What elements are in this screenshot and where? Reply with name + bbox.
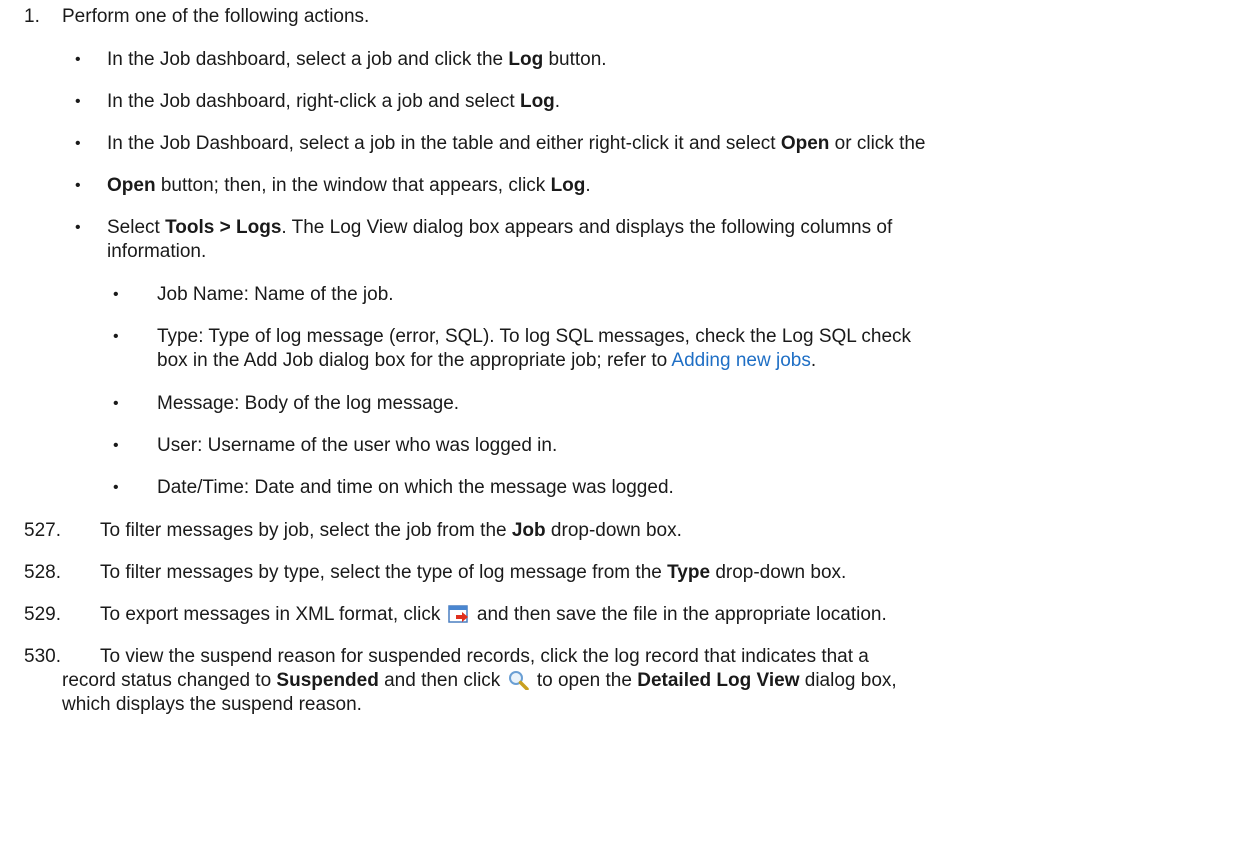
bullet-dot: • — [75, 51, 81, 68]
bullet-text: Select Tools > Logs. The Log View dialog… — [107, 217, 893, 238]
sub-bullet-dot: • — [113, 437, 119, 454]
column-description-continuation: box in the Add Job dialog box for the ap… — [157, 350, 817, 371]
column-description: Message: Body of the log message. — [157, 393, 460, 414]
column-description: User: Username of the user who was logge… — [157, 435, 558, 456]
bullet-dot: • — [75, 135, 81, 152]
step-number: 528. — [24, 562, 61, 583]
bullet-text-continuation: information. — [107, 241, 207, 262]
bullet-text: In the Job dashboard, select a job and c… — [107, 49, 607, 70]
step-text: To view the suspend reason for suspended… — [100, 646, 869, 667]
sub-bullet-dot: • — [113, 479, 119, 496]
step-number: 529. — [24, 604, 61, 625]
sub-bullet-dot: • — [113, 328, 119, 345]
step-number: 1. — [24, 6, 40, 27]
sub-bullet-dot: • — [113, 286, 119, 303]
bullet-dot: • — [75, 93, 81, 110]
step-number: 530. — [24, 646, 61, 667]
sub-bullet-dot: • — [113, 395, 119, 412]
bullet-text: Open button; then, in the window that ap… — [107, 175, 591, 196]
adding-new-jobs-link[interactable]: Adding new jobs — [671, 350, 810, 371]
bullet-dot: • — [75, 177, 81, 194]
bullet-text: In the Job Dashboard, select a job in th… — [107, 133, 926, 154]
step-text: Perform one of the following actions. — [62, 6, 370, 27]
step-number: 527. — [24, 520, 61, 541]
magnifier-icon[interactable] — [508, 670, 530, 697]
bullet-text: In the Job dashboard, right-click a job … — [107, 91, 561, 112]
export-icon[interactable] — [447, 604, 470, 631]
step-text: To filter messages by job, select the jo… — [100, 520, 682, 541]
column-description: Date/Time: Date and time on which the me… — [157, 477, 674, 498]
column-description: Type: Type of log message (error, SQL). … — [157, 326, 912, 347]
step-text-continuation: which displays the suspend reason. — [62, 694, 362, 715]
step-text: To export messages in XML format, click … — [100, 603, 887, 631]
column-description: Job Name: Name of the job. — [157, 284, 394, 305]
step-text: To filter messages by type, select the t… — [100, 562, 847, 583]
bullet-dot: • — [75, 219, 81, 236]
